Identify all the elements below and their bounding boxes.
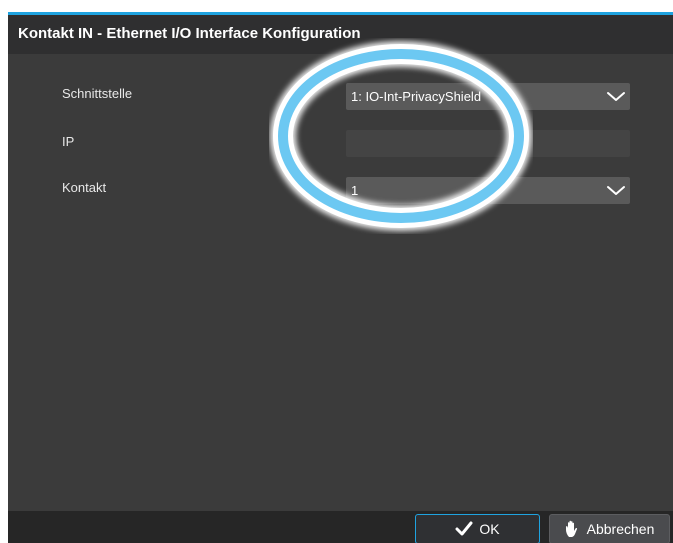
chevron-down-icon xyxy=(607,186,625,195)
ip-label: IP xyxy=(62,134,75,149)
interface-label: Schnittstelle xyxy=(62,86,133,101)
checkmark-icon xyxy=(455,521,473,536)
contact-label: Kontakt xyxy=(62,180,107,195)
cancel-button[interactable]: Abbrechen xyxy=(549,514,670,543)
contact-select[interactable]: 1 xyxy=(346,177,630,204)
interface-select[interactable]: 1: IO-Int-PrivacyShield xyxy=(346,83,630,110)
ok-button[interactable]: OK xyxy=(415,514,540,543)
contact-select-value: 1 xyxy=(351,183,359,198)
interface-select-value: 1: IO-Int-PrivacyShield xyxy=(351,89,482,104)
ok-button-label: OK xyxy=(479,521,500,537)
hand-icon xyxy=(565,520,577,537)
dialog-titlebar: Kontakt IN - Ethernet I/O Interface Konf… xyxy=(8,15,673,54)
cancel-button-label: Abbrechen xyxy=(586,521,655,537)
ip-field[interactable] xyxy=(346,130,630,157)
config-dialog: Kontakt IN - Ethernet I/O Interface Konf… xyxy=(8,12,673,543)
chevron-down-icon xyxy=(607,92,625,101)
dialog-title: Kontakt IN - Ethernet I/O Interface Konf… xyxy=(18,25,361,42)
